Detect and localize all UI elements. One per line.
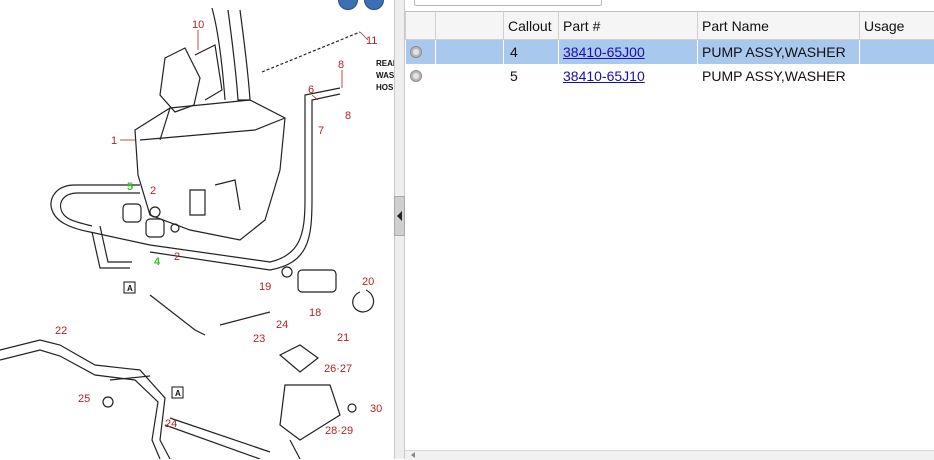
side-note-text: REAR [376, 59, 394, 68]
part-number-link[interactable]: 38410-65J00 [563, 44, 645, 60]
parts-table: Callout Part # Part Name Usage 4 38410-6… [405, 11, 934, 88]
header-expand [406, 12, 436, 40]
side-note-text: WAS [376, 71, 394, 80]
callout-label[interactable]: 4 [154, 256, 161, 268]
callout-label[interactable]: 25 [78, 393, 90, 405]
section-marker-label: A [175, 389, 181, 398]
part-name-cell: PUMP ASSY,WASHER [698, 40, 860, 65]
callout-label[interactable]: 26·27 [324, 363, 352, 375]
side-note-text: HOS [376, 83, 394, 92]
row-blank-cell [436, 64, 504, 88]
table-header-row: Callout Part # Part Name Usage [406, 12, 934, 40]
table-row[interactable]: 4 38410-65J00 PUMP ASSY,WASHER [406, 40, 934, 65]
callout-label[interactable]: 2 [174, 251, 180, 263]
part-name-cell: PUMP ASSY,WASHER [698, 64, 860, 88]
part-number-link[interactable]: 38410-65J10 [563, 68, 645, 84]
callout-label[interactable]: 8 [338, 59, 344, 71]
search-input[interactable] [414, 0, 602, 6]
part-number-cell: 38410-65J10 [559, 64, 698, 88]
section-marker-label: A [127, 284, 133, 293]
header-blank [436, 12, 504, 40]
callout-label[interactable]: 28·29 [325, 425, 353, 437]
callout-label[interactable]: 24 [165, 418, 177, 430]
callout-label[interactable]: 22 [55, 325, 67, 337]
header-callout[interactable]: Callout [504, 12, 559, 40]
header-part-number[interactable]: Part # [559, 12, 698, 40]
parts-grid-pane: Callout Part # Part Name Usage 4 38410-6… [405, 0, 934, 459]
callout-label[interactable]: 6 [308, 84, 314, 96]
callout-label[interactable]: 18 [309, 307, 321, 319]
callout-label[interactable]: 24 [276, 319, 288, 331]
callout-label[interactable]: 30 [370, 403, 382, 415]
row-expand-cell[interactable] [406, 40, 436, 65]
expand-icon[interactable] [410, 46, 422, 58]
callout-label[interactable]: 5 [127, 181, 133, 193]
callout-label[interactable]: 8 [345, 110, 351, 122]
callout-cell: 4 [504, 40, 559, 65]
callout-label[interactable]: 1 [111, 135, 117, 147]
diagram-drawing: 10 11 8 8 6 7 1 5 2 2 4 20 19 18 21 24 2… [0, 0, 394, 459]
parts-diagram[interactable]: 10 11 8 8 6 7 1 5 2 2 4 20 19 18 21 24 2… [0, 0, 394, 459]
callout-label[interactable]: 11 [366, 35, 377, 47]
part-number-cell: 38410-65J00 [559, 40, 698, 65]
table-row[interactable]: 5 38410-65J10 PUMP ASSY,WASHER [406, 64, 934, 88]
usage-cell [860, 40, 934, 65]
scroll-left-arrow-icon[interactable] [411, 452, 415, 458]
callout-label[interactable]: 2 [150, 185, 156, 197]
pane-splitter[interactable] [394, 0, 405, 459]
callout-label[interactable]: 10 [192, 19, 204, 31]
expand-icon[interactable] [410, 70, 422, 82]
callout-cell: 5 [504, 64, 559, 88]
usage-cell [860, 64, 934, 88]
splitter-handle[interactable] [394, 196, 405, 236]
callout-label[interactable]: 20 [362, 276, 374, 288]
collapse-left-arrow-icon[interactable] [397, 211, 402, 221]
header-usage[interactable]: Usage [860, 12, 934, 40]
header-part-name[interactable]: Part Name [698, 12, 860, 40]
callout-label[interactable]: 23 [253, 333, 265, 345]
callout-label[interactable]: 19 [259, 281, 271, 293]
callout-label[interactable]: 21 [337, 332, 349, 344]
row-expand-cell[interactable] [406, 64, 436, 88]
callout-label[interactable]: 7 [318, 125, 324, 137]
row-blank-cell [436, 40, 504, 65]
